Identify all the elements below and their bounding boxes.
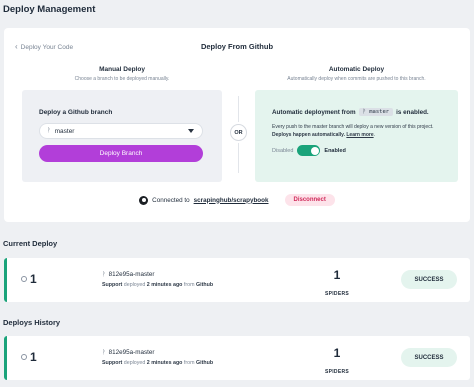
github-connection-row: Connected to scrapinghub/scrapybook Disc… [4, 194, 470, 206]
branch-select[interactable]: ᚹ master [39, 123, 203, 139]
status-bar [4, 336, 7, 380]
deploy-from-github-card: ‹ Deploy Your Code Deploy From Github Ma… [4, 28, 470, 222]
spiders-count-value: 1 [333, 346, 341, 360]
spiders-count: 1 SPIDERS [317, 346, 357, 378]
deploy-number: 1 [21, 350, 37, 364]
toggle-disabled-label: Disabled [272, 147, 294, 154]
deploy-user: Support [102, 360, 123, 366]
auto-deploy-toggle[interactable] [297, 145, 321, 156]
deploy-number-value: 1 [30, 350, 37, 364]
automatic-deploy-description: Every push to the master branch will dep… [272, 124, 450, 139]
deploy-branch-button[interactable]: Deploy Branch [39, 145, 203, 162]
divider-top [238, 96, 239, 122]
or-separator: OR [230, 124, 247, 141]
deploys-history-title: Deploys History [3, 318, 61, 327]
auto-desc-end: . [373, 131, 375, 138]
history-deploy-row[interactable]: 1 ᚹ 812e95a-master Support deployed 2 mi… [4, 336, 470, 380]
deploy-meta: Support deployed 2 minutes ago from Gith… [102, 282, 213, 288]
commit-ref: ᚹ 812e95a-master [102, 349, 154, 356]
spiders-count: 1 SPIDERS [317, 268, 357, 300]
deploy-icon [21, 354, 27, 360]
automatic-deploy-status: Automatic deployment from ᚹ master is en… [272, 108, 429, 116]
toggle-enabled-label: Enabled [324, 147, 346, 154]
deploy-meta: Support deployed 2 minutes ago from Gith… [102, 360, 213, 366]
deploy-user: Support [102, 282, 123, 288]
deploy-from: from [183, 360, 195, 366]
manual-deploy-title: Manual Deploy [99, 66, 145, 73]
deploy-from: from [183, 282, 195, 288]
auto-branch-name: master [369, 109, 390, 115]
auto-branch-chip: ᚹ master [358, 108, 394, 116]
git-branch-icon: ᚹ [47, 128, 51, 134]
disconnect-button[interactable]: Disconnect [284, 194, 335, 206]
deploy-action: deployed [123, 360, 146, 366]
git-branch-icon: ᚹ [102, 349, 106, 356]
manual-deploy-panel: Deploy a Github branch ᚹ master Deploy B… [22, 90, 222, 182]
auto-desc-bold: Deploys happen automatically. [272, 131, 345, 138]
manual-deploy-subtitle: Choose a branch to be deployed manually. [74, 76, 170, 82]
status-bar [4, 258, 7, 302]
branch-select-value: master [54, 127, 75, 135]
learn-more-link[interactable]: Learn more [346, 132, 373, 138]
commit-ref-value: 812e95a-master [108, 349, 155, 356]
current-deploy-row[interactable]: 1 ᚹ 812e95a-master Support deployed 2 mi… [4, 258, 470, 302]
status-badge: SUCCESS [401, 270, 457, 289]
commit-ref: ᚹ 812e95a-master [102, 271, 154, 278]
status-badge: SUCCESS [401, 348, 457, 367]
automatic-deploy-panel: Automatic deployment from ᚹ master is en… [255, 90, 458, 182]
branch-select-label: Deploy a Github branch [39, 109, 113, 116]
repo-link[interactable]: scrapinghub/scrapybook [194, 197, 269, 204]
spiders-label: SPIDERS [324, 369, 350, 375]
deploy-source: Github [196, 360, 214, 366]
deploy-number-value: 1 [30, 272, 37, 286]
deploy-action: deployed [123, 282, 146, 288]
toggle-knob [310, 146, 319, 155]
auto-status-prefix: Automatic deployment from [272, 108, 356, 116]
git-branch-icon: ᚹ [102, 271, 106, 278]
commit-ref-value: 812e95a-master [108, 271, 155, 278]
caret-down-icon [188, 129, 194, 133]
automatic-deploy-subtitle: Automatically deploy when commits are pu… [287, 76, 426, 82]
deploy-number: 1 [21, 272, 37, 286]
github-icon [139, 195, 149, 205]
current-deploy-title: Current Deploy [3, 239, 58, 248]
page-title: Deploy Management [3, 4, 96, 15]
auto-deploy-toggle-row: Disabled Enabled [272, 145, 346, 156]
auto-status-suffix: is enabled. [396, 108, 429, 116]
deploy-source: Github [196, 282, 214, 288]
deploy-time: 2 minutes ago [146, 282, 183, 288]
deploy-icon [21, 276, 27, 282]
spiders-count-value: 1 [333, 268, 341, 282]
deploy-card-title: Deploy From Github [200, 42, 274, 51]
auto-desc-plain: Every push to the master branch will dep… [272, 124, 434, 130]
deploy-time: 2 minutes ago [146, 360, 183, 366]
automatic-deploy-title: Automatic Deploy [328, 66, 385, 73]
divider-bottom [238, 143, 239, 173]
spiders-label: SPIDERS [324, 291, 350, 297]
connected-prefix: Connected to [152, 196, 190, 204]
